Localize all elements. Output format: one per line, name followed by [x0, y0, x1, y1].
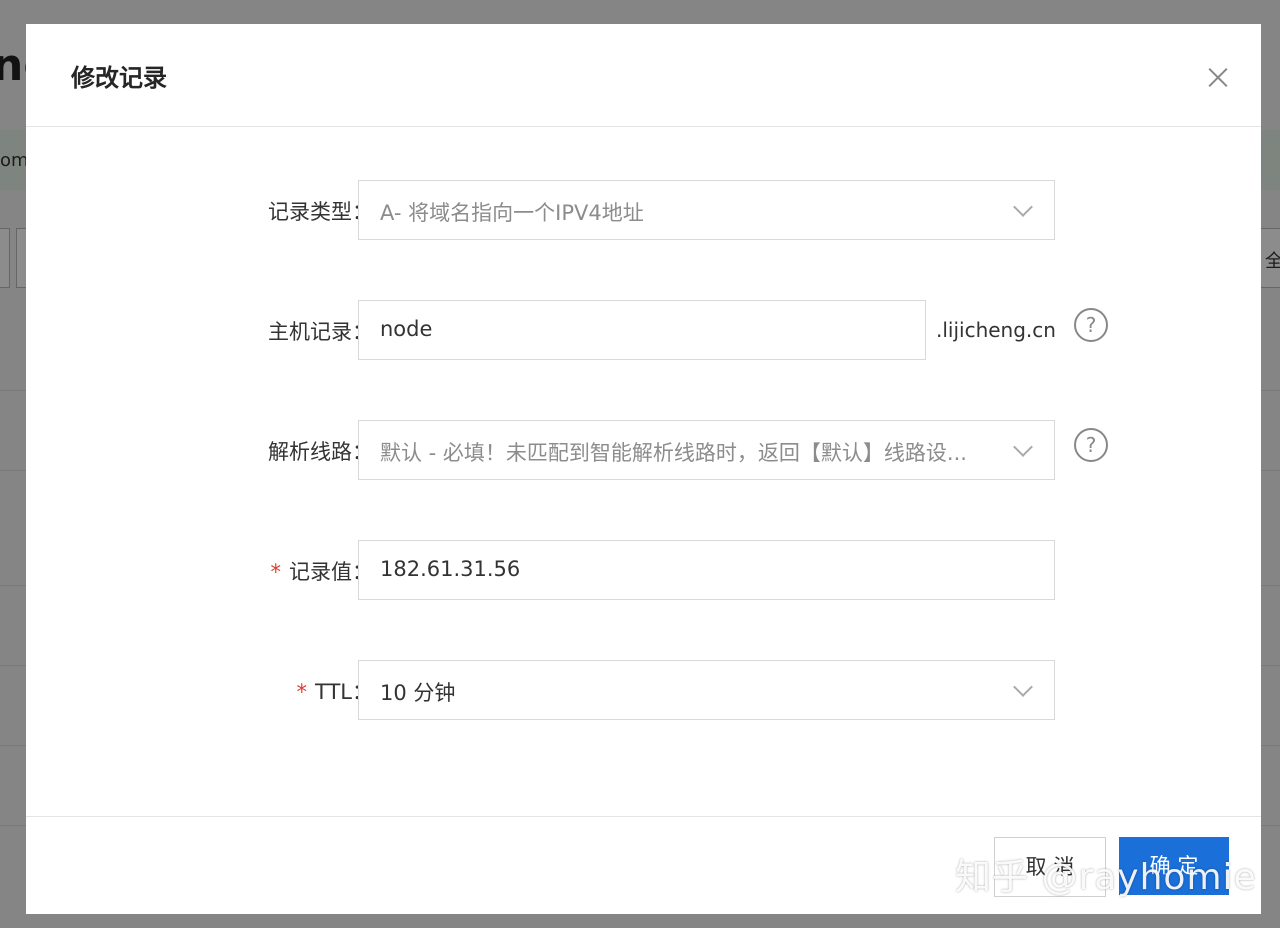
watermark: 知乎 @rayhomie — [955, 857, 1257, 898]
record-type-select[interactable]: A- 将域名指向一个IPV4地址 — [358, 180, 1055, 240]
dialog-header: 修改记录 — [26, 24, 1261, 127]
help-icon[interactable]: ? — [1074, 428, 1108, 462]
record-value-row: * 记录值： 182.61.31.56 — [26, 540, 1261, 600]
host-record-input[interactable]: node — [358, 300, 926, 360]
record-type-row: 记录类型： A- 将域名指向一个IPV4地址 — [26, 180, 1261, 240]
domain-suffix: .lijicheng.cn — [936, 318, 1056, 342]
chevron-down-icon — [1013, 677, 1033, 697]
host-record-value: node — [380, 317, 433, 341]
resolution-line-row: 解析线路： 默认 - 必填！未匹配到智能解析线路时，返回【默认】线路设... ? — [26, 420, 1261, 480]
close-icon[interactable] — [1203, 62, 1233, 92]
resolution-line-select[interactable]: 默认 - 必填！未匹配到智能解析线路时，返回【默认】线路设... — [358, 420, 1055, 480]
chevron-down-icon — [1013, 197, 1033, 217]
edit-record-dialog: 修改记录 记录类型： A- 将域名指向一个IPV4地址 主机记录： node .… — [26, 24, 1261, 914]
host-record-row: 主机记录： node .lijicheng.cn ? — [26, 300, 1261, 360]
ttl-select[interactable]: 10 分钟 — [358, 660, 1055, 720]
resolution-line-value: 默认 - 必填！未匹配到智能解析线路时，返回【默认】线路设... — [380, 441, 967, 465]
record-type-value: A- 将域名指向一个IPV4地址 — [380, 201, 644, 225]
ttl-value: 10 分钟 — [380, 681, 456, 705]
dialog-title: 修改记录 — [71, 64, 167, 92]
help-icon[interactable]: ? — [1074, 308, 1108, 342]
record-value-input[interactable]: 182.61.31.56 — [358, 540, 1055, 600]
required-marker: * — [296, 680, 308, 704]
ttl-row: * TTL： 10 分钟 — [26, 660, 1261, 720]
required-marker: * — [270, 560, 282, 584]
record-value-value: 182.61.31.56 — [380, 557, 521, 581]
chevron-down-icon — [1013, 437, 1033, 457]
